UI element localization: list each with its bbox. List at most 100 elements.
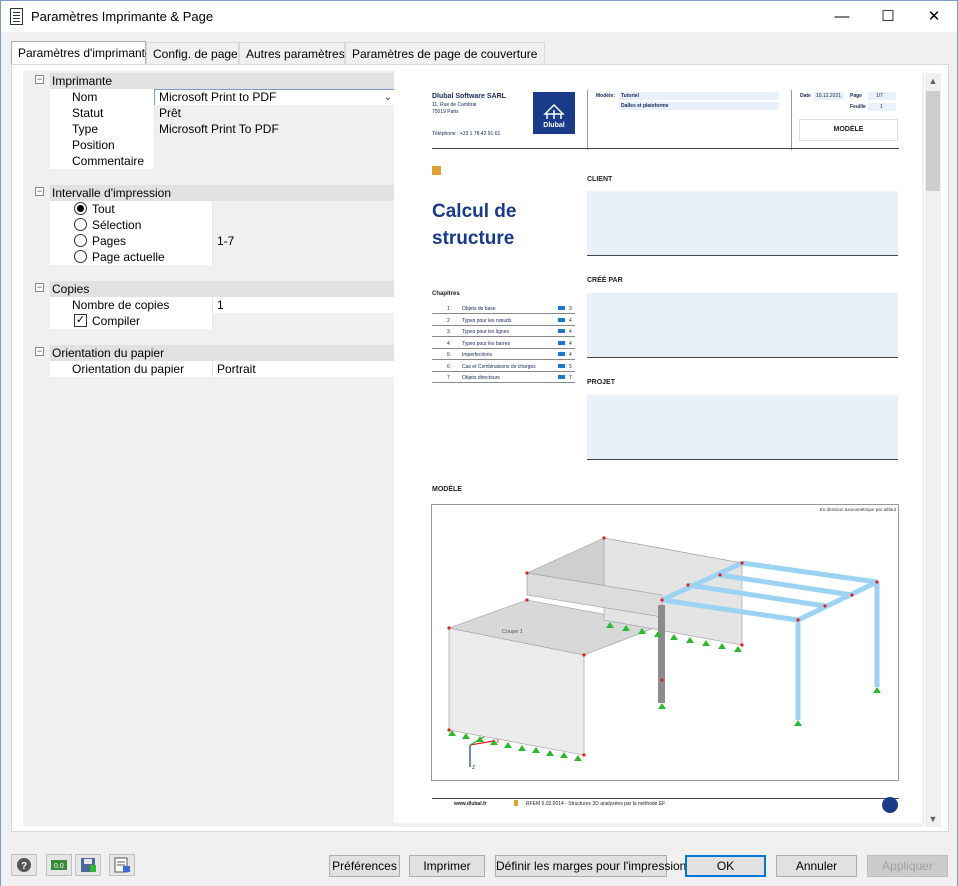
chapter-number: 1: [447, 306, 450, 312]
chapter-page: 3: [569, 306, 572, 312]
radio-pages[interactable]: [74, 234, 87, 247]
range-selection-value: [212, 217, 395, 233]
apply-button[interactable]: Appliquer: [867, 855, 948, 877]
printer-type-value: Microsoft Print To PDF: [154, 121, 395, 137]
row-range-current: Page actuelle: [50, 249, 395, 265]
collate-checkbox[interactable]: ✓: [74, 314, 87, 327]
printer-name-label: Nom: [72, 90, 98, 104]
row-printer-position: Position: [50, 137, 395, 153]
sheet-value: 1: [880, 104, 883, 110]
title-bar: Paramètres Imprimante & Page — ☐ ✕: [1, 1, 957, 32]
maximize-icon[interactable]: ☐: [865, 1, 911, 32]
copies-count-label: Nombre de copies: [72, 298, 170, 312]
collapse-orientation-icon[interactable]: −: [35, 347, 44, 356]
preferences-button[interactable]: Préférences: [329, 855, 400, 877]
page-ref-icon: [558, 306, 565, 310]
svg-text:X: X: [496, 739, 500, 745]
page-value: 1/7: [876, 93, 883, 99]
orientation-value[interactable]: Portrait: [212, 361, 395, 377]
set-margins-button[interactable]: Définir les marges pour l'impression: [495, 855, 686, 877]
printer-position-value: [154, 137, 395, 153]
units-icon[interactable]: 0.0: [46, 854, 72, 876]
preview-page: Dlubal Software SARL 11, Rue de Cambrai …: [394, 73, 922, 823]
category-orientation-label: Orientation du papier: [52, 346, 165, 360]
chapter-title: Imperfections: [462, 352, 493, 358]
footer-marker: [514, 800, 518, 806]
radio-current-page[interactable]: [74, 250, 87, 263]
collapse-printer-icon[interactable]: −: [35, 75, 44, 84]
page-ref-icon: [558, 375, 565, 379]
chapter-title: Objets de base: [462, 306, 496, 312]
print-button[interactable]: Imprimer: [409, 855, 485, 877]
close-icon[interactable]: ✕: [911, 1, 957, 32]
logo-text: Dlubal: [543, 122, 565, 129]
page-label: Page: [850, 93, 862, 99]
chapter-title: Types pour les lignes: [462, 329, 509, 335]
cancel-button[interactable]: Annuler: [776, 855, 857, 877]
footer-logo-icon: [882, 797, 898, 813]
scroll-down-icon[interactable]: ▼: [925, 811, 941, 827]
tab-cover-page[interactable]: Paramètres de page de couverture: [345, 42, 545, 64]
collate-label: Compiler: [92, 314, 141, 328]
sheet-label: Feuille: [850, 104, 866, 110]
help-icon[interactable]: ?: [11, 854, 37, 876]
collapse-range-icon[interactable]: −: [35, 187, 44, 196]
preview-scrollbar[interactable]: ▲ ▼: [925, 73, 941, 827]
chapter-number: 7: [447, 375, 450, 381]
tab-printer-settings[interactable]: Paramètres d'imprimante: [11, 41, 152, 65]
tab-page-setup[interactable]: Config. de page: [146, 42, 239, 64]
printer-type-label: Type: [72, 122, 99, 136]
range-pages-input[interactable]: 1-7: [212, 233, 395, 249]
range-pages-label: Pages: [92, 234, 127, 248]
category-printer-label: Imprimante: [52, 74, 113, 88]
printer-position-label: Position: [72, 138, 115, 152]
scroll-up-icon[interactable]: ▲: [925, 73, 941, 89]
chevron-down-icon[interactable]: ⌄: [384, 90, 392, 105]
project-field: [587, 395, 898, 459]
printer-comment-value: [154, 153, 395, 169]
chapter-page: 4: [569, 352, 572, 358]
page-ref-icon: [558, 363, 565, 368]
window-title: Paramètres Imprimante & Page: [31, 9, 214, 24]
created-by-field: [587, 293, 898, 357]
print-preview: Dlubal Software SARL 11, Rue de Cambrai …: [394, 73, 924, 827]
model-value: Tutoriel: [621, 93, 639, 99]
header-divider: [587, 90, 588, 150]
client-rule: [587, 255, 898, 256]
chapter-page: 7: [569, 375, 572, 381]
ok-button[interactable]: OK: [685, 855, 766, 877]
radio-all[interactable]: [74, 202, 87, 215]
printer-status-value: Prêt: [154, 105, 395, 121]
category-range-label: Intervalle d'impression: [52, 186, 172, 200]
model-label: Modèle:: [596, 93, 615, 99]
dlubal-logo: Dlubal: [533, 92, 575, 134]
chapter-number: 6: [447, 363, 450, 370]
row-printer-comment: Commentaire: [50, 153, 395, 169]
date-label: Date: [800, 93, 811, 99]
minimize-icon[interactable]: —: [819, 1, 865, 32]
page-ref-icon: [558, 317, 565, 322]
header-divider-2: [791, 90, 792, 150]
client-heading: CLIENT: [587, 176, 613, 183]
printer-comment-label: Commentaire: [72, 154, 145, 168]
project-heading: PROJET: [587, 379, 616, 386]
range-all-label: Tout: [92, 202, 115, 216]
radio-selection[interactable]: [74, 218, 87, 231]
tab-other-settings[interactable]: Autres paramètres: [239, 42, 345, 64]
printer-name-dropdown[interactable]: Microsoft Print to PDF ⌄: [154, 89, 397, 106]
orientation-label: Orientation du papier: [72, 362, 185, 376]
row-range-all: Tout: [50, 201, 395, 217]
footer-text: RFEM 6.02.0014 - Structures 3D analysées…: [526, 801, 666, 807]
chapter-number: 5: [447, 352, 450, 358]
category-copies-label: Copies: [52, 282, 90, 296]
collapse-copies-icon[interactable]: −: [35, 283, 44, 292]
load-settings-icon[interactable]: [109, 854, 135, 876]
scroll-thumb[interactable]: [926, 91, 940, 191]
chapter-row: 6 Cas et Combinaisons de charges 5: [432, 361, 575, 372]
model-view: En direction axonométrique par défaut Co…: [431, 504, 899, 781]
svg-text:0.0: 0.0: [54, 863, 64, 870]
structure-model-icon: Coupe 1 Z X: [447, 536, 881, 771]
company-phone: Téléphone : +33 1 78 42 91 61: [432, 131, 501, 137]
save-settings-icon[interactable]: [75, 854, 101, 876]
copies-count-input[interactable]: 1: [212, 297, 395, 313]
